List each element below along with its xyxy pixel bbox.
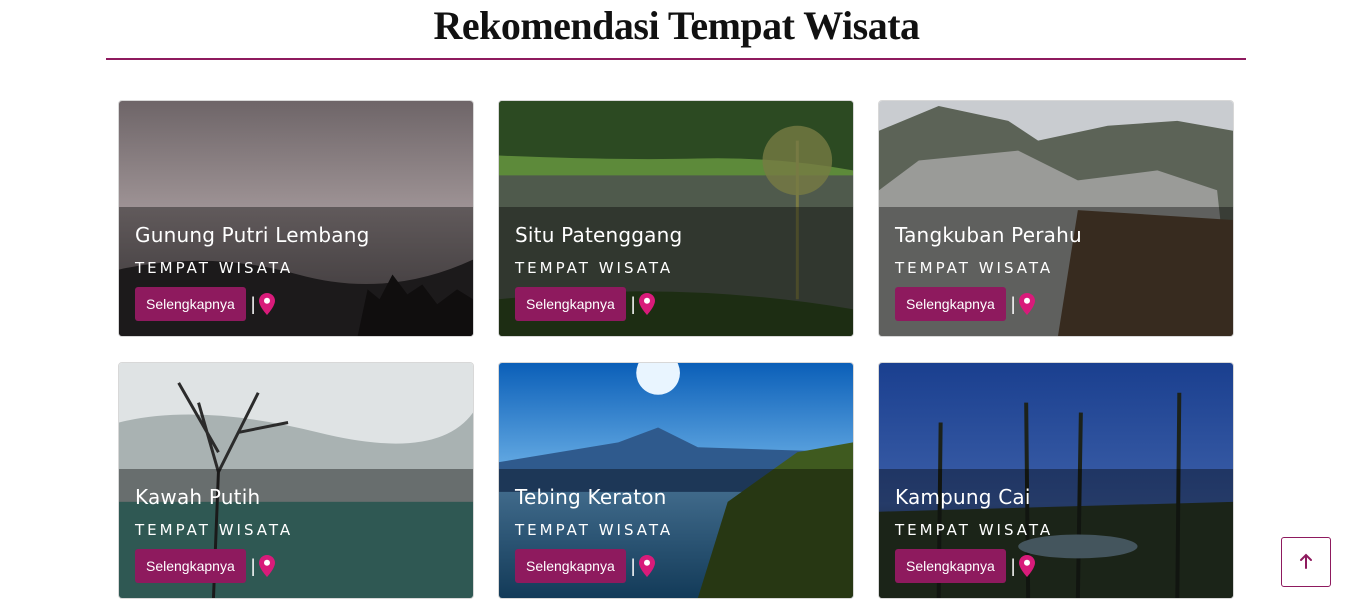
card-category: TEMPAT WISATA xyxy=(135,521,294,539)
card-category: TEMPAT WISATA xyxy=(135,259,294,277)
destination-card-situ-patenggang[interactable]: Situ Patenggang TEMPAT WISATA Selengkapn… xyxy=(498,100,854,337)
card-title: Kawah Putih xyxy=(135,485,261,509)
details-button[interactable]: Selengkapnya xyxy=(895,549,1006,583)
separator: | xyxy=(250,293,256,314)
card-title: Gunung Putri Lembang xyxy=(135,223,370,247)
card-title: Tangkuban Perahu xyxy=(895,223,1082,247)
card-category: TEMPAT WISATA xyxy=(515,521,674,539)
page-title: Rekomendasi Tempat Wisata xyxy=(433,3,920,48)
separator: | xyxy=(250,555,256,576)
destination-card-tebing-keraton[interactable]: Tebing Keraton TEMPAT WISATA Selengkapny… xyxy=(498,362,854,599)
card-category: TEMPAT WISATA xyxy=(515,259,674,277)
separator: | xyxy=(1010,555,1016,576)
details-button[interactable]: Selengkapnya xyxy=(895,287,1006,321)
details-button[interactable]: Selengkapnya xyxy=(135,549,246,583)
map-pin-icon[interactable] xyxy=(259,293,276,315)
scroll-to-top-button[interactable] xyxy=(1281,537,1331,587)
title-divider xyxy=(106,58,1246,60)
card-title: Tebing Keraton xyxy=(515,485,667,509)
destination-card-gunung-putri-lembang[interactable]: Gunung Putri Lembang TEMPAT WISATA Selen… xyxy=(118,100,474,337)
card-category: TEMPAT WISATA xyxy=(895,259,1054,277)
map-pin-icon[interactable] xyxy=(639,293,656,315)
card-title: Situ Patenggang xyxy=(515,223,683,247)
details-button[interactable]: Selengkapnya xyxy=(135,287,246,321)
separator: | xyxy=(1010,293,1016,314)
destination-card-kampung-cai[interactable]: Kampung Cai TEMPAT WISATA Selengkapnya | xyxy=(878,362,1234,599)
map-pin-icon[interactable] xyxy=(259,555,276,577)
card-title: Kampung Cai xyxy=(895,485,1031,509)
arrow-up-icon xyxy=(1299,553,1313,572)
map-pin-icon[interactable] xyxy=(1019,293,1036,315)
destination-card-kawah-putih[interactable]: Kawah Putih TEMPAT WISATA Selengkapnya | xyxy=(118,362,474,599)
details-button[interactable]: Selengkapnya xyxy=(515,549,626,583)
separator: | xyxy=(630,555,636,576)
destination-card-tangkuban-perahu[interactable]: Tangkuban Perahu TEMPAT WISATA Selengkap… xyxy=(878,100,1234,337)
details-button[interactable]: Selengkapnya xyxy=(515,287,626,321)
separator: | xyxy=(630,293,636,314)
card-category: TEMPAT WISATA xyxy=(895,521,1054,539)
map-pin-icon[interactable] xyxy=(1019,555,1036,577)
map-pin-icon[interactable] xyxy=(639,555,656,577)
